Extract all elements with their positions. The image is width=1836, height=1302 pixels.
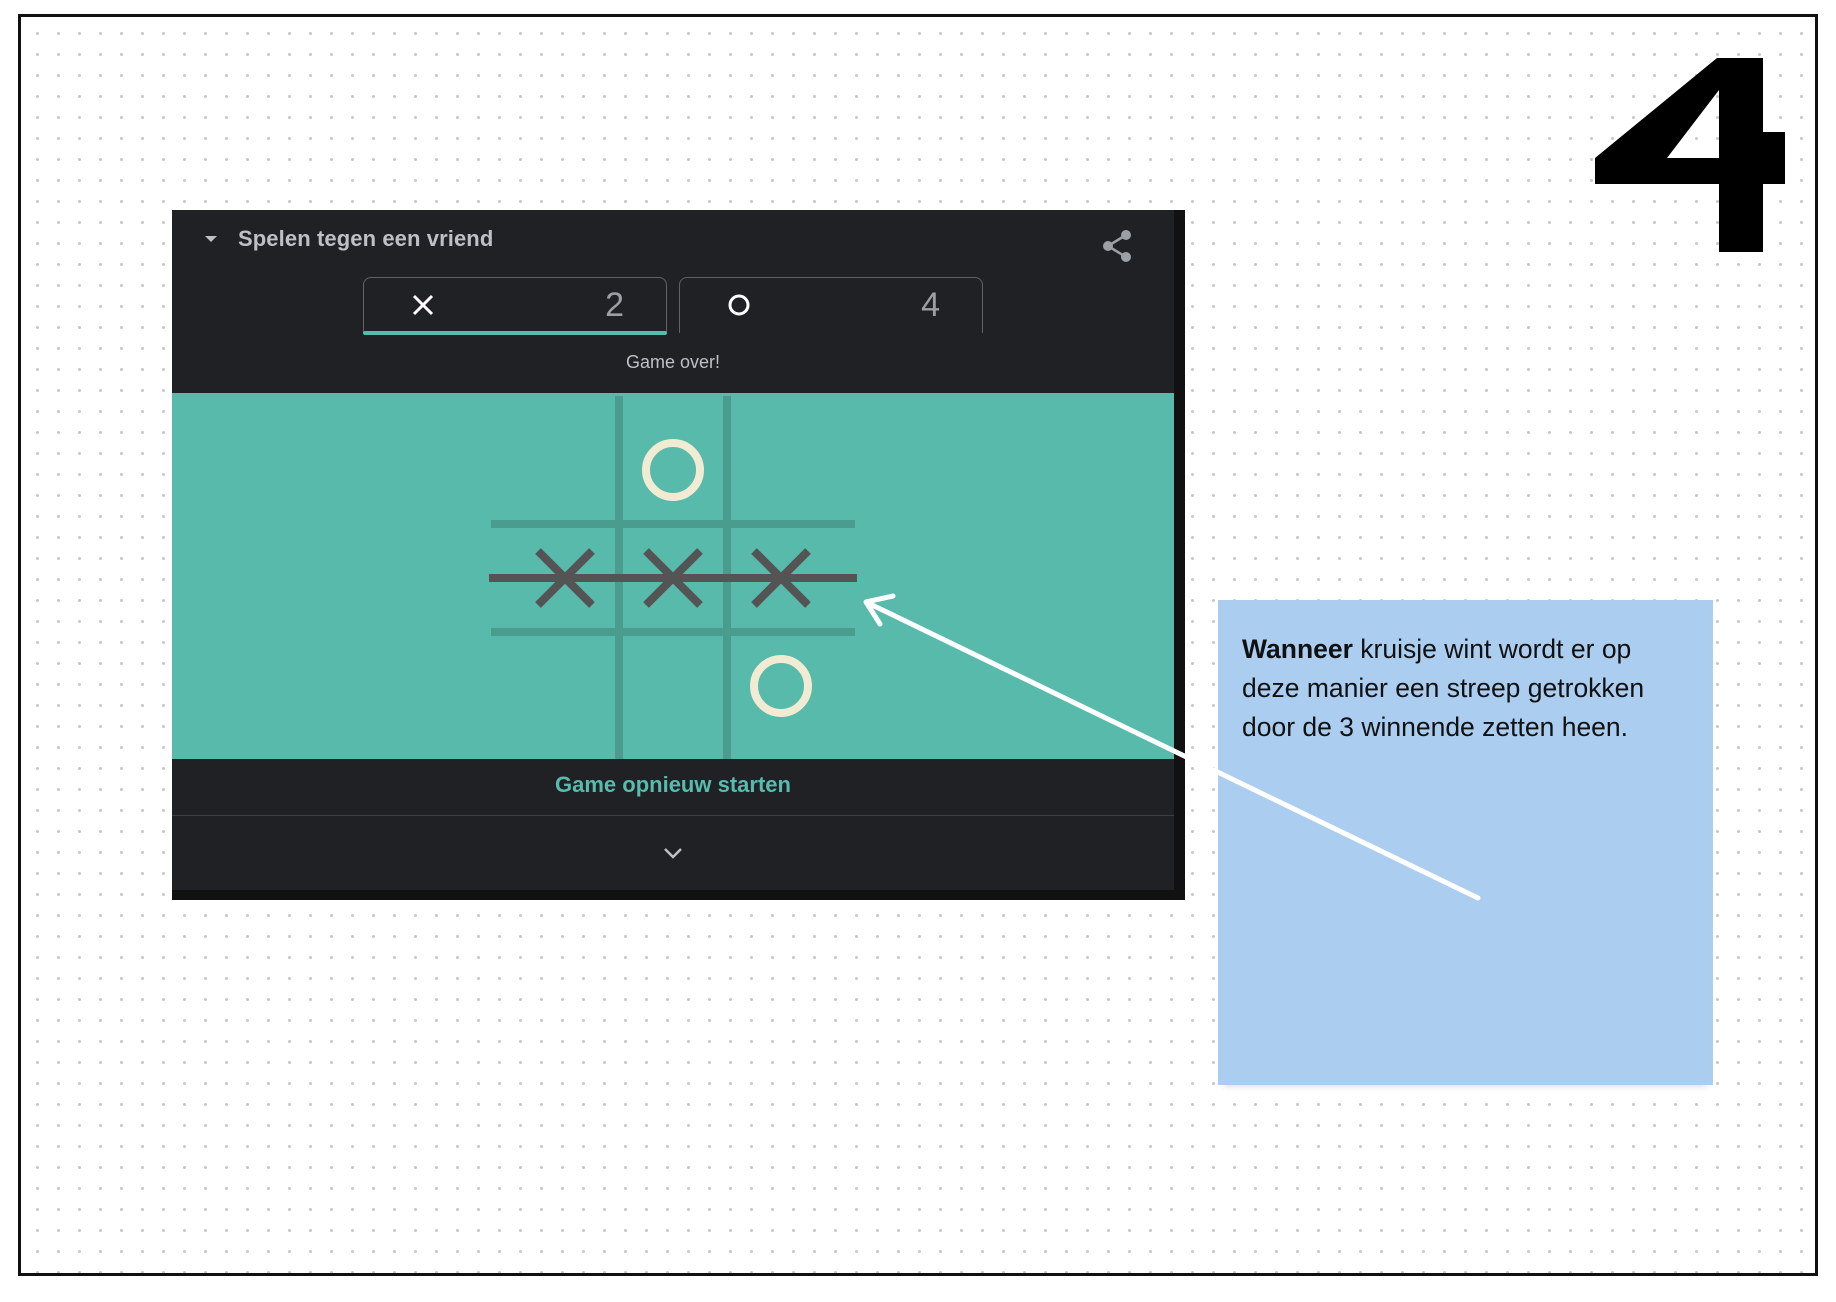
caret-down-icon[interactable]	[204, 234, 218, 244]
step-number-glyph	[1595, 58, 1785, 252]
panel-header: Spelen tegen een vriend	[172, 210, 1174, 270]
o-mark[interactable]	[642, 439, 704, 501]
player-x-tab[interactable]: 2	[363, 277, 667, 335]
game-status: Game over!	[625, 352, 721, 372]
empty-cell[interactable]	[517, 638, 613, 734]
board-canvas	[489, 396, 857, 759]
restart-button[interactable]: Game opnieuw starten	[172, 772, 1174, 798]
mode-title[interactable]: Spelen tegen een vriend	[238, 226, 493, 252]
divider	[172, 815, 1174, 816]
empty-cell[interactable]	[625, 638, 721, 734]
player-o-score: 4	[921, 286, 940, 324]
x-mark-icon	[412, 294, 434, 316]
player-x-score: 2	[605, 286, 624, 324]
empty-cell[interactable]	[733, 422, 829, 518]
game-board	[172, 393, 1174, 759]
share-icon[interactable]	[1100, 228, 1134, 264]
chevron-down-icon[interactable]	[660, 844, 686, 862]
o-mark[interactable]	[750, 655, 812, 717]
active-tab-indicator	[363, 331, 667, 335]
step-number: 4	[1595, 58, 1785, 252]
game-panel: Spelen tegen een vriend 2 4 Game over! G…	[172, 210, 1185, 900]
empty-cell[interactable]	[517, 422, 613, 518]
player-o-tab[interactable]: 4	[679, 277, 983, 333]
annotation-bold-lead: Wanneer	[1242, 634, 1353, 664]
annotation-note: Wanneer kruisje wint wordt er op deze ma…	[1218, 600, 1713, 1085]
o-mark-icon	[728, 294, 750, 316]
